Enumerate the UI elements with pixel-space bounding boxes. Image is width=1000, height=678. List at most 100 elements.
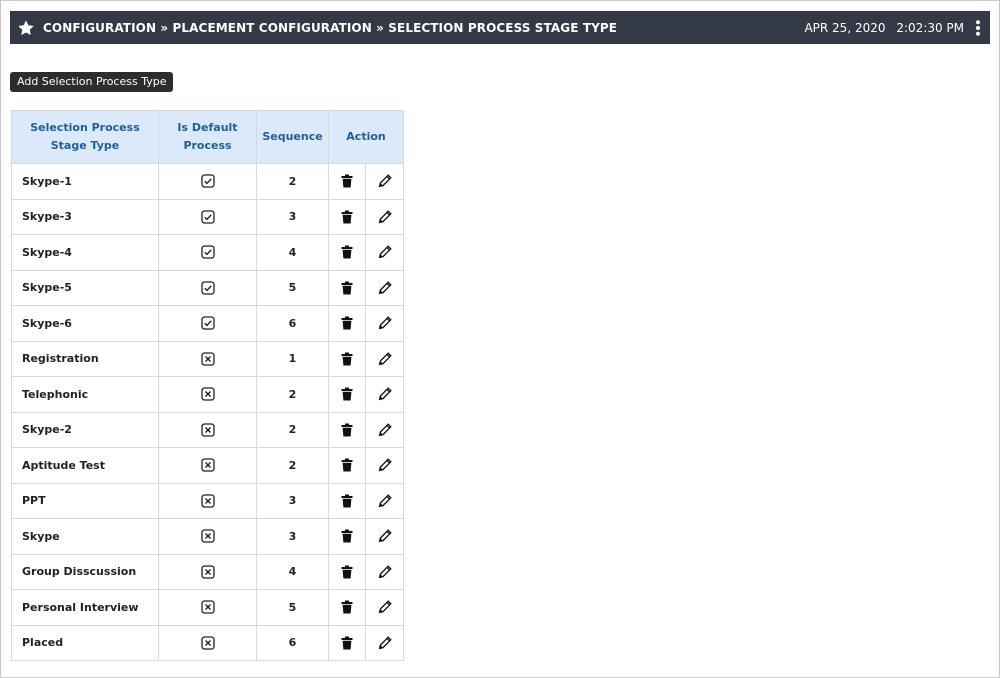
edit-cell bbox=[365, 483, 405, 519]
column-header-stage-type: Selection Process Stage Type bbox=[11, 110, 159, 164]
checkbox-x-icon bbox=[200, 457, 216, 473]
stage-type-cell: Placed bbox=[11, 625, 159, 661]
edit-cell bbox=[365, 625, 405, 661]
sequence-cell: 2 bbox=[256, 376, 329, 413]
stage-type-cell: Skype bbox=[11, 518, 159, 555]
trash-icon[interactable] bbox=[339, 386, 355, 402]
pencil-icon[interactable] bbox=[377, 244, 393, 260]
add-selection-process-type-button[interactable]: Add Selection Process Type bbox=[10, 72, 174, 92]
sequence-cell: 2 bbox=[256, 447, 329, 484]
trash-icon[interactable] bbox=[339, 635, 355, 651]
checkbox-x-icon bbox=[200, 493, 216, 509]
delete-cell bbox=[328, 412, 366, 448]
sequence-cell: 3 bbox=[256, 518, 329, 555]
delete-cell bbox=[328, 199, 366, 235]
pencil-icon[interactable] bbox=[377, 173, 393, 189]
table-row: Group Disscussion 4 bbox=[11, 554, 405, 590]
pencil-icon[interactable] bbox=[377, 386, 393, 402]
sequence-cell: 4 bbox=[256, 554, 329, 590]
is-default-cell bbox=[158, 625, 257, 661]
trash-icon[interactable] bbox=[339, 457, 355, 473]
trash-icon[interactable] bbox=[339, 599, 355, 615]
trash-icon[interactable] bbox=[339, 209, 355, 225]
is-default-cell bbox=[158, 412, 257, 448]
pencil-icon[interactable] bbox=[377, 422, 393, 438]
is-default-cell bbox=[158, 589, 257, 626]
trash-icon[interactable] bbox=[339, 244, 355, 260]
stage-type-cell: Skype-4 bbox=[11, 234, 159, 271]
breadcrumb: CONFIGURATION » PLACEMENT CONFIGURATION … bbox=[43, 20, 618, 35]
pencil-icon[interactable] bbox=[377, 457, 393, 473]
pencil-icon[interactable] bbox=[377, 351, 393, 367]
edit-cell bbox=[365, 270, 405, 306]
is-default-cell bbox=[158, 341, 257, 377]
pencil-icon[interactable] bbox=[377, 209, 393, 225]
table-body: Skype-1 2 Skype-3 3 Skype-4 4 Skype-5 5 Skype-6 6… bbox=[11, 163, 405, 661]
trash-icon[interactable] bbox=[339, 564, 355, 580]
edit-cell bbox=[365, 518, 405, 555]
table-row: Telephonic 2 bbox=[11, 376, 405, 413]
pencil-icon[interactable] bbox=[377, 564, 393, 580]
pencil-icon[interactable] bbox=[377, 599, 393, 615]
delete-cell bbox=[328, 518, 366, 555]
checkbox-checked-icon bbox=[200, 173, 216, 189]
sequence-cell: 5 bbox=[256, 270, 329, 306]
trash-icon[interactable] bbox=[339, 528, 355, 544]
current-time: 2:02:30 PM bbox=[896, 20, 964, 35]
sequence-cell: 4 bbox=[256, 234, 329, 271]
sequence-cell: 5 bbox=[256, 589, 329, 626]
trash-icon[interactable] bbox=[339, 351, 355, 367]
sequence-cell: 6 bbox=[256, 625, 329, 661]
delete-cell bbox=[328, 625, 366, 661]
star-icon[interactable] bbox=[16, 18, 36, 38]
delete-cell bbox=[328, 483, 366, 519]
edit-cell bbox=[365, 163, 405, 200]
trash-icon[interactable] bbox=[339, 280, 355, 296]
pencil-icon[interactable] bbox=[377, 493, 393, 509]
pencil-icon[interactable] bbox=[377, 635, 393, 651]
trash-icon[interactable] bbox=[339, 493, 355, 509]
pencil-icon[interactable] bbox=[377, 280, 393, 296]
table-row: Aptitude Test 2 bbox=[11, 447, 405, 484]
kebab-menu-icon[interactable] bbox=[972, 18, 984, 38]
sequence-cell: 2 bbox=[256, 412, 329, 448]
column-header-sequence: Sequence bbox=[256, 110, 329, 164]
stage-type-cell: Aptitude Test bbox=[11, 447, 159, 484]
pencil-icon[interactable] bbox=[377, 315, 393, 331]
table-row: Skype-4 4 bbox=[11, 234, 405, 271]
delete-cell bbox=[328, 163, 366, 200]
edit-cell bbox=[365, 589, 405, 626]
table-row: Skype-2 2 bbox=[11, 412, 405, 448]
stage-type-cell: Skype-1 bbox=[11, 163, 159, 200]
delete-cell bbox=[328, 305, 366, 342]
is-default-cell bbox=[158, 518, 257, 555]
checkbox-checked-icon bbox=[200, 280, 216, 296]
trash-icon[interactable] bbox=[339, 315, 355, 331]
is-default-cell bbox=[158, 234, 257, 271]
stage-type-cell: Telephonic bbox=[11, 376, 159, 413]
column-header-action: Action bbox=[328, 110, 405, 164]
sequence-cell: 3 bbox=[256, 199, 329, 235]
checkbox-x-icon bbox=[200, 528, 216, 544]
edit-cell bbox=[365, 447, 405, 484]
delete-cell bbox=[328, 341, 366, 377]
trash-icon[interactable] bbox=[339, 173, 355, 189]
table-row: Registration 1 bbox=[11, 341, 405, 377]
table-row: Skype 3 bbox=[11, 518, 405, 555]
table-row: Skype-5 5 bbox=[11, 270, 405, 306]
column-header-is-default: Is Default Process bbox=[158, 110, 257, 164]
delete-cell bbox=[328, 589, 366, 626]
edit-cell bbox=[365, 554, 405, 590]
pencil-icon[interactable] bbox=[377, 528, 393, 544]
table-row: Skype-6 6 bbox=[11, 305, 405, 342]
edit-cell bbox=[365, 199, 405, 235]
edit-cell bbox=[365, 305, 405, 342]
table-row: PPT 3 bbox=[11, 483, 405, 519]
stage-type-cell: Skype-5 bbox=[11, 270, 159, 306]
is-default-cell bbox=[158, 305, 257, 342]
checkbox-x-icon bbox=[200, 599, 216, 615]
edit-cell bbox=[365, 412, 405, 448]
trash-icon[interactable] bbox=[339, 422, 355, 438]
delete-cell bbox=[328, 270, 366, 306]
delete-cell bbox=[328, 234, 366, 271]
